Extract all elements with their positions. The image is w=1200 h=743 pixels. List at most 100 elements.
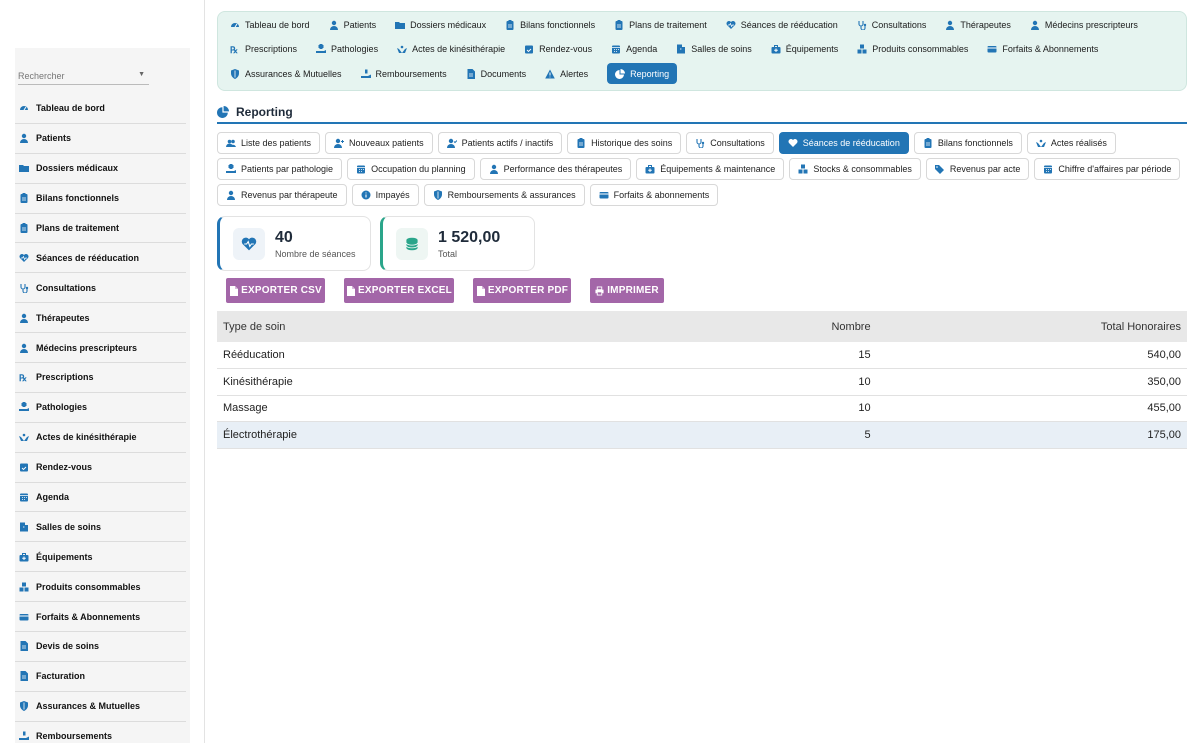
nav-link[interactable]: Médecins prescripteurs <box>1030 15 1138 35</box>
sidebar-item[interactable]: Devis de soins <box>15 632 186 662</box>
nav-link[interactable]: Patients <box>329 15 376 35</box>
nav-link[interactable]: Remboursements <box>360 64 447 84</box>
nav-link-label: Agenda <box>626 44 658 54</box>
nav-link[interactable]: Tableau de bord <box>230 15 310 35</box>
svg-text:℞: ℞ <box>19 373 27 382</box>
export-pdf-label: EXPORTER PDF <box>487 285 569 296</box>
sidebar-item[interactable]: Tableau de bord <box>15 94 186 124</box>
nav-link[interactable]: Séances de rééducation <box>726 15 838 35</box>
report-tab[interactable]: Revenus par thérapeute <box>217 184 347 206</box>
sidebar-item[interactable]: Plans de traitement <box>15 214 186 244</box>
sidebar-item[interactable]: Produits consommables <box>15 572 186 603</box>
nav-link[interactable]: Rendez-vous <box>524 39 592 59</box>
report-tab[interactable]: Stocks & consommables <box>789 158 921 180</box>
report-tab[interactable]: Historique des soins <box>567 132 682 154</box>
report-tab[interactable]: Patients par pathologie <box>217 158 343 180</box>
sidebar-item[interactable]: Consultations <box>15 273 186 304</box>
report-tab[interactable]: Bilans fonctionnels <box>913 132 1022 154</box>
report-tab[interactable]: Remboursements & assurances <box>423 184 585 206</box>
hands-icon <box>1035 138 1051 148</box>
nav-link[interactable]: Bilans fonctionnels <box>505 15 595 35</box>
user-md-icon <box>226 190 241 200</box>
sidebar-item-label: Bilans fonctionnels <box>36 193 120 204</box>
report-tab[interactable]: Séances de rééducation <box>778 132 909 154</box>
nav-link[interactable]: Équipements <box>771 39 838 59</box>
nav-link[interactable]: Salles de soins <box>676 39 752 59</box>
report-tab[interactable]: Performance des thérapeutes <box>479 158 632 180</box>
export-excel-button[interactable]: EXPORTER EXCEL <box>344 278 454 303</box>
sidebar-item[interactable]: Médecins prescripteurs <box>15 333 186 364</box>
report-tab[interactable]: Patients actifs / inactifs <box>437 132 563 154</box>
sidebar-item[interactable]: Agenda <box>15 483 186 513</box>
sidebar-item-label: Salles de soins <box>36 521 102 532</box>
report-table: Type de soin Nombre Total Honoraires Réé… <box>217 311 1187 449</box>
sidebar-item[interactable]: Rendez-vous <box>15 453 186 483</box>
nav-link[interactable]: Thérapeutes <box>945 15 1011 35</box>
hand-holding-medical-icon <box>19 402 36 412</box>
nav-link-label: Plans de traitement <box>629 20 707 30</box>
sidebar-item[interactable]: Séances de rééducation <box>15 243 186 274</box>
sidebar-item[interactable]: Forfaits & Abonnements <box>15 602 186 633</box>
sidebar-item-label: Actes de kinésithérapie <box>36 432 137 443</box>
search-select[interactable]: Rechercher ▼ <box>18 67 149 85</box>
clipboard-icon <box>505 20 520 30</box>
report-tab[interactable]: Chiffre d'affaires par période <box>1034 158 1181 180</box>
report-tab-label: Revenus par thérapeute <box>241 190 338 200</box>
report-tab[interactable]: Liste des patients <box>217 132 321 154</box>
print-button[interactable]: IMPRIMER <box>590 278 664 303</box>
sidebar-item[interactable]: Salles de soins <box>15 512 186 543</box>
sidebar-item-label: Thérapeutes <box>36 312 90 323</box>
info-icon <box>361 190 376 200</box>
nav-link[interactable]: Forfaits & Abonnements <box>987 39 1098 59</box>
sidebar-item[interactable]: ℞ Prescriptions <box>15 363 186 393</box>
nav-link[interactable]: Reporting <box>607 63 678 84</box>
sidebar-item[interactable]: Bilans fonctionnels <box>15 184 186 214</box>
sidebar-item[interactable]: Actes de kinésithérapie <box>15 423 186 453</box>
sidebar-item[interactable]: Assurances & Mutuelles <box>15 692 186 722</box>
nav-link[interactable]: Pathologies <box>316 39 378 59</box>
sidebar-item[interactable]: Patients <box>15 124 186 154</box>
report-tab[interactable]: Impayés <box>351 184 419 206</box>
nav-link[interactable]: Agenda <box>611 39 657 59</box>
export-csv-button[interactable]: EXPORTER CSV <box>226 278 325 303</box>
heart-pulse-icon <box>233 227 265 260</box>
report-tab[interactable]: Revenus par acte <box>925 158 1030 180</box>
nav-link-label: Documents <box>480 68 527 79</box>
card-icon <box>599 190 614 200</box>
calendar-check-icon <box>524 44 539 54</box>
nav-link[interactable]: Produits consommables <box>857 39 968 59</box>
user-plus-icon <box>334 138 349 148</box>
sidebar-item-label: Dossiers médicaux <box>36 163 119 174</box>
nav-link[interactable]: Assurances & Mutuelles <box>230 64 342 84</box>
sidebar-item[interactable]: Thérapeutes <box>15 303 186 334</box>
nav-link[interactable]: Actes de kinésithérapie <box>397 39 505 59</box>
report-tab[interactable]: Actes réalisés <box>1026 132 1116 154</box>
column-header-type: Type de soin <box>217 311 751 342</box>
export-excel-label: EXPORTER EXCEL <box>358 285 452 296</box>
sidebar-item-label: Plans de traitement <box>36 223 120 233</box>
sidebar-menu: Tableau de bord Patients Dossiers médicaux… <box>15 94 186 743</box>
export-pdf-button[interactable]: EXPORTER PDF <box>473 278 571 303</box>
sidebar-item[interactable]: Remboursements <box>15 722 186 743</box>
report-tab[interactable]: Forfaits & abonnements <box>589 184 719 206</box>
cell-fees: 175,00 <box>876 421 1187 449</box>
report-tab[interactable]: Occupation du planning <box>347 158 475 180</box>
sidebar-item[interactable]: Dossiers médicaux <box>15 154 186 184</box>
report-tab[interactable]: Consultations <box>686 132 774 154</box>
nav-link[interactable]: Dossiers médicaux <box>395 15 486 35</box>
sidebar-item[interactable]: Pathologies <box>15 393 186 423</box>
cell-type: Électrothérapie <box>217 421 751 449</box>
top-navigation: Tableau de bord Patients Dossiers médicaux… <box>217 11 1187 91</box>
report-tab[interactable]: Équipements & maintenance <box>636 158 785 180</box>
nav-link[interactable]: Consultations <box>857 15 926 35</box>
nav-link[interactable]: Alertes <box>545 64 588 84</box>
sidebar-item[interactable]: Facturation <box>15 662 186 692</box>
report-tabs: Liste des patients Nouveaux patients Patie… <box>217 132 1187 210</box>
nav-link[interactable]: ℞ Prescriptions <box>230 39 297 59</box>
nav-link[interactable]: Documents <box>466 64 527 84</box>
sidebar-item[interactable]: Équipements <box>15 542 186 573</box>
report-tab[interactable]: Nouveaux patients <box>325 132 433 154</box>
nav-link[interactable]: Plans de traitement <box>614 15 707 35</box>
report-tab-label: Séances de rééducation <box>802 138 900 148</box>
calendar-icon <box>611 44 626 54</box>
